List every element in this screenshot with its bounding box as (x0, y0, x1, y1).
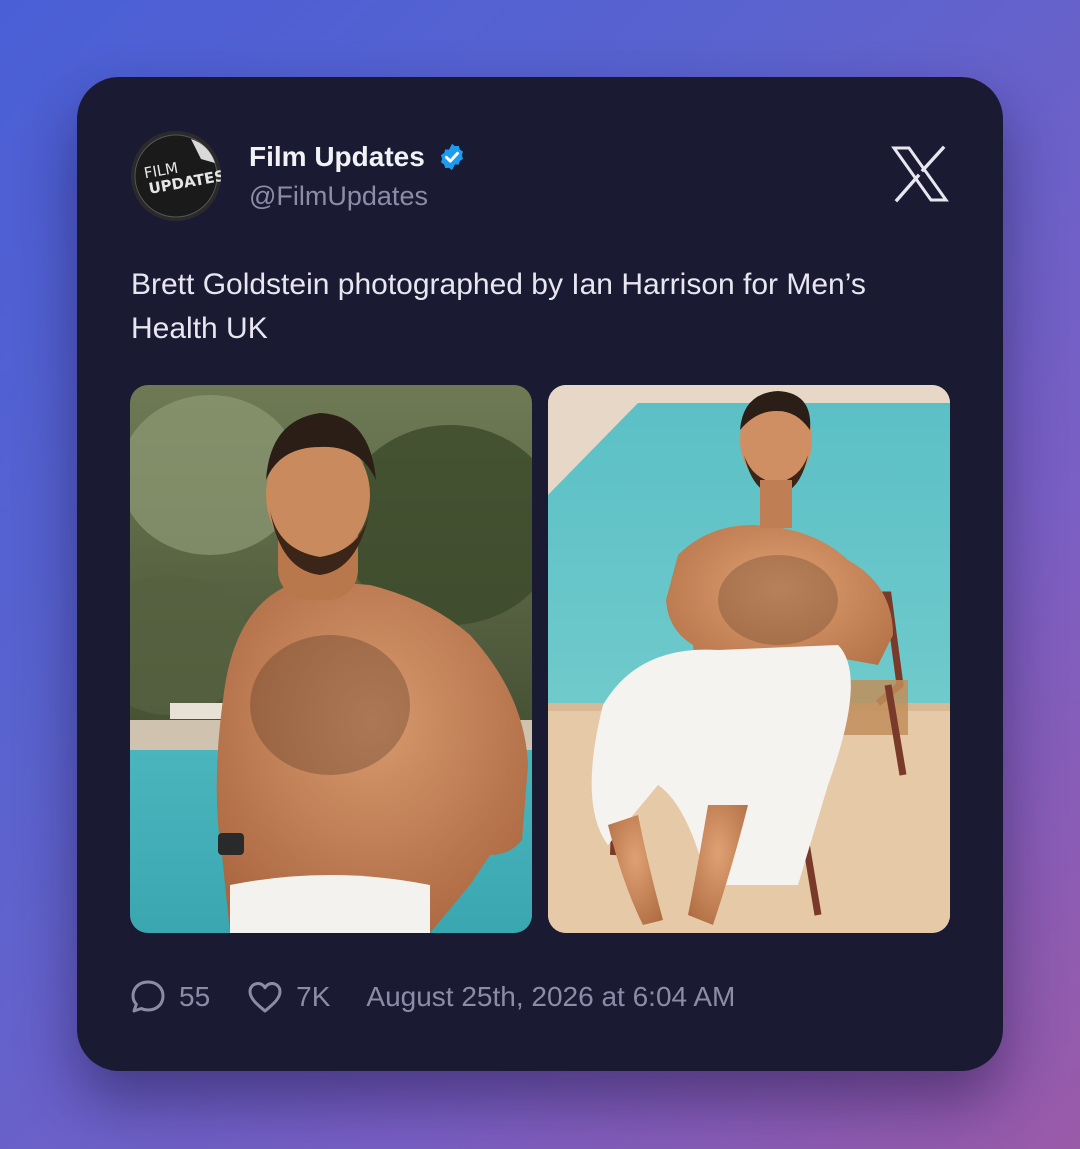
reply-count: 55 (179, 981, 211, 1012)
tweet-text: Brett Goldstein photographed by Ian Harr… (131, 268, 866, 345)
tweet-photo-2[interactable] (548, 385, 950, 933)
account-handle[interactable]: @FilmUpdates (249, 181, 428, 212)
reply-icon[interactable] (129, 978, 167, 1016)
like-count: 7K (296, 981, 331, 1012)
tweet-timestamp[interactable]: August 25th, 2026 at 6:04 AM (366, 981, 735, 1013)
likes-group: 7K (246, 978, 330, 1016)
verified-badge-icon (440, 143, 463, 171)
x-logo-icon[interactable] (891, 145, 949, 203)
account-name[interactable]: Film Updates (249, 141, 425, 173)
tweet-photo-1[interactable] (130, 385, 532, 933)
tweet-footer: 55 7K August 25th, 2026 at 6:04 AM (129, 977, 735, 1017)
name-row: Film Updates (249, 141, 467, 173)
heart-icon[interactable] (246, 978, 284, 1016)
tweet-card: FILM UPDATES Film Updates @FilmUpdates B… (77, 77, 1003, 1071)
avatar[interactable]: FILM UPDATES (131, 131, 221, 221)
